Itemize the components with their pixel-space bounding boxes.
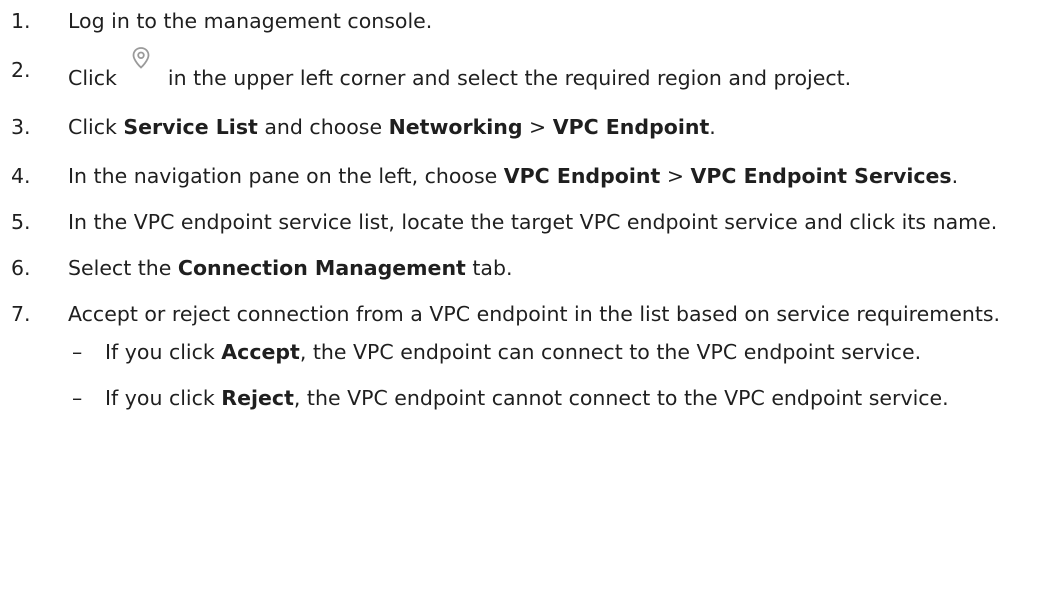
step-number: 5. bbox=[11, 210, 31, 234]
location-pin-icon bbox=[125, 47, 157, 87]
step-number: 4. bbox=[11, 164, 31, 188]
step-number: 2. bbox=[11, 58, 31, 82]
procedure-steps: 1. Log in to the management console. 2. … bbox=[0, 6, 1064, 429]
step-text: . bbox=[951, 164, 959, 188]
step-1: 1. Log in to the management console. bbox=[0, 6, 1064, 36]
sub-text: If you click bbox=[105, 340, 222, 364]
service-list-label: Service List bbox=[123, 115, 258, 139]
sub-text: If you click bbox=[105, 386, 222, 410]
vpc-endpoint-label: VPC Endpoint bbox=[552, 115, 710, 139]
sub-list: – If you click Accept, the VPC endpoint … bbox=[0, 337, 1064, 413]
step-7: 7. Accept or reject connection from a VP… bbox=[0, 299, 1064, 329]
step-text: . bbox=[709, 115, 716, 139]
step-4: 4. In the navigation pane on the left, c… bbox=[0, 161, 1064, 191]
step-text: > bbox=[660, 164, 691, 188]
accept-label: Accept bbox=[221, 340, 300, 364]
step-text: In the VPC endpoint service list, locate… bbox=[68, 210, 998, 234]
step-6: 6. Select the Connection Management tab. bbox=[0, 253, 1064, 283]
sub-text: , the VPC endpoint cannot connect to the… bbox=[293, 386, 949, 410]
step-text-post: in the upper left corner and select the … bbox=[161, 66, 852, 90]
sub-text: , the VPC endpoint can connect to the VP… bbox=[299, 340, 922, 364]
vpc-endpoint-services-label: VPC Endpoint Services bbox=[690, 164, 952, 188]
connection-management-label: Connection Management bbox=[177, 256, 466, 280]
step-number: 1. bbox=[11, 9, 31, 33]
step-text: Select the bbox=[68, 256, 178, 280]
sub-item-accept: – If you click Accept, the VPC endpoint … bbox=[0, 337, 1064, 367]
step-5: 5. In the VPC endpoint service list, loc… bbox=[0, 207, 1064, 237]
step-number: 3. bbox=[11, 115, 31, 139]
step-text: Accept or reject connection from a VPC e… bbox=[68, 302, 1001, 326]
step-number: 7. bbox=[11, 302, 31, 326]
step-text: In the navigation pane on the left, choo… bbox=[68, 164, 504, 188]
networking-label: Networking bbox=[388, 115, 523, 139]
sub-item-reject: – If you click Reject, the VPC endpoint … bbox=[0, 383, 1064, 413]
step-text: Click bbox=[68, 115, 124, 139]
dash-bullet: – bbox=[72, 386, 83, 410]
vpc-endpoint-label: VPC Endpoint bbox=[503, 164, 661, 188]
step-text: Log in to the management console. bbox=[68, 9, 433, 33]
step-text: tab. bbox=[465, 256, 513, 280]
reject-label: Reject bbox=[221, 386, 294, 410]
step-2: 2. Click in the upper left corner and se… bbox=[0, 47, 1064, 93]
step-text: and choose bbox=[257, 115, 389, 139]
step-text: > bbox=[522, 115, 553, 139]
step-number: 6. bbox=[11, 256, 31, 280]
dash-bullet: – bbox=[72, 340, 83, 364]
step-3: 3. Click Service List and choose Network… bbox=[0, 112, 1064, 142]
step-text-pre: Click bbox=[68, 66, 124, 90]
